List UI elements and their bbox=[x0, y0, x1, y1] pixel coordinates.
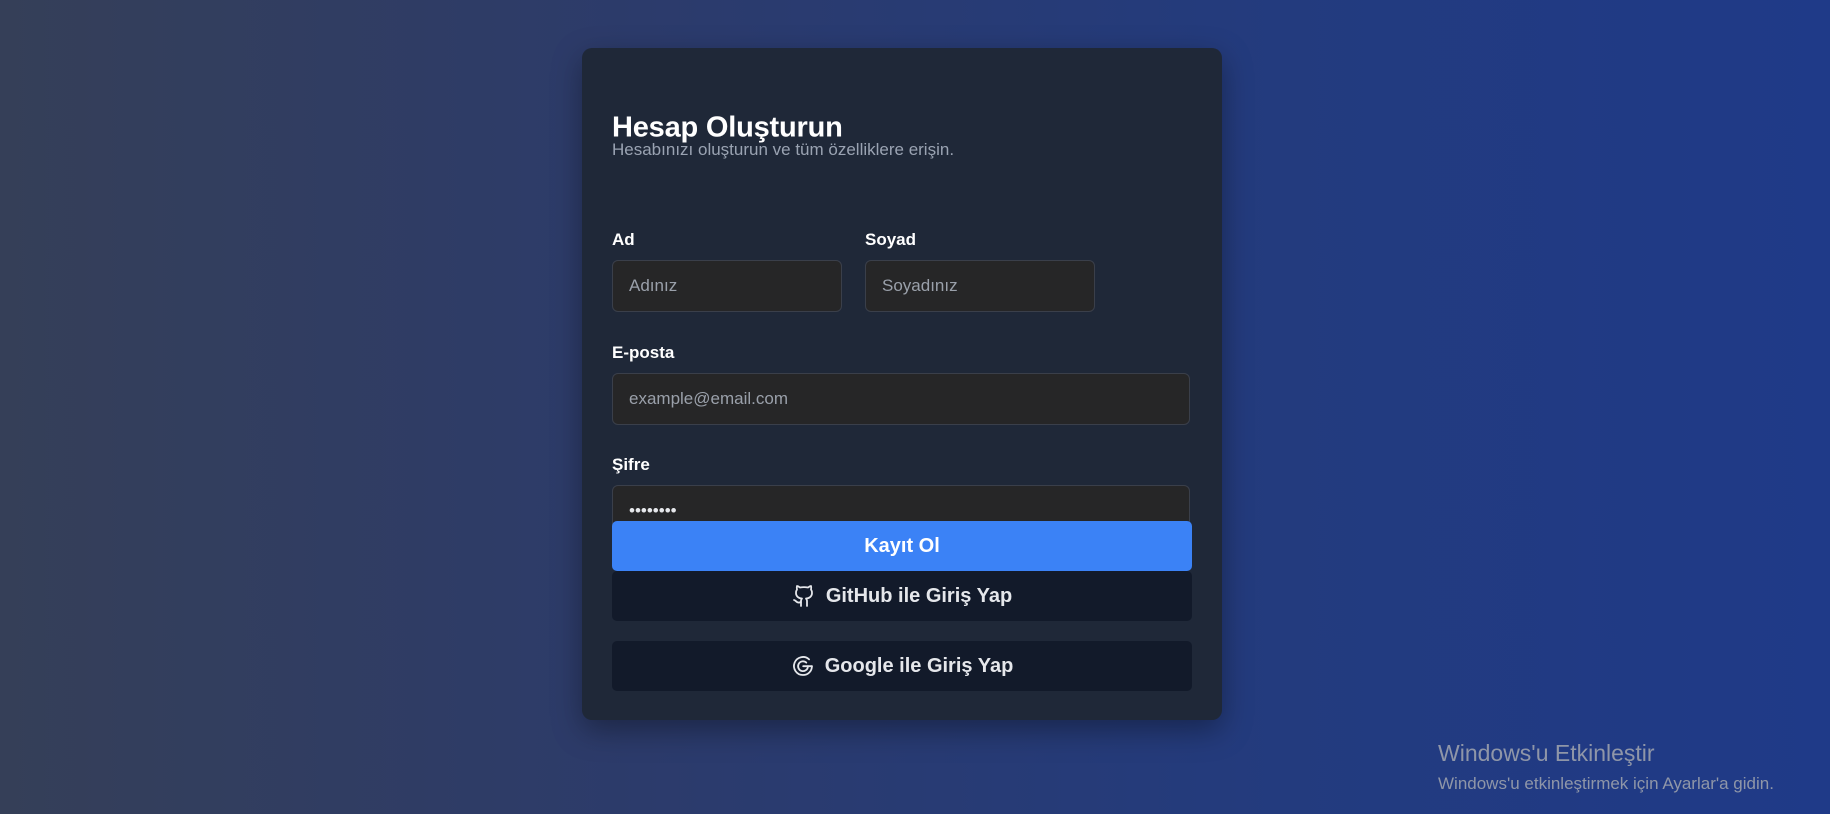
register-button-label: Kayıt Ol bbox=[864, 534, 940, 557]
last-name-input[interactable] bbox=[865, 260, 1095, 312]
github-login-label: GitHub ile Giriş Yap bbox=[825, 584, 1013, 607]
github-icon bbox=[792, 584, 816, 608]
page-subtitle: Hesabınızı oluşturun ve tüm özelliklere … bbox=[612, 140, 955, 159]
last-name-label: Soyad bbox=[865, 230, 917, 249]
password-label: Şifre bbox=[612, 455, 650, 474]
github-login-button[interactable]: GitHub ile Giriş Yap bbox=[612, 571, 1192, 621]
first-name-label: Ad bbox=[612, 230, 635, 249]
register-button[interactable]: Kayıt Ol bbox=[612, 521, 1192, 571]
signup-card: Hesap Oluşturun Hesabınızı oluşturun ve … bbox=[582, 48, 1222, 720]
google-login-label: Google ile Giriş Yap bbox=[824, 654, 1014, 677]
google-login-button[interactable]: Google ile Giriş Yap bbox=[612, 641, 1192, 691]
google-icon bbox=[791, 654, 815, 678]
activation-watermark-subtitle: Windows'u etkinleştirmek için Ayarlar'a … bbox=[1438, 774, 1774, 793]
email-label: E-posta bbox=[612, 343, 675, 362]
first-name-input[interactable] bbox=[612, 260, 842, 312]
email-input[interactable] bbox=[612, 373, 1190, 425]
activation-watermark-title: Windows'u Etkinleştir bbox=[1438, 740, 1655, 766]
